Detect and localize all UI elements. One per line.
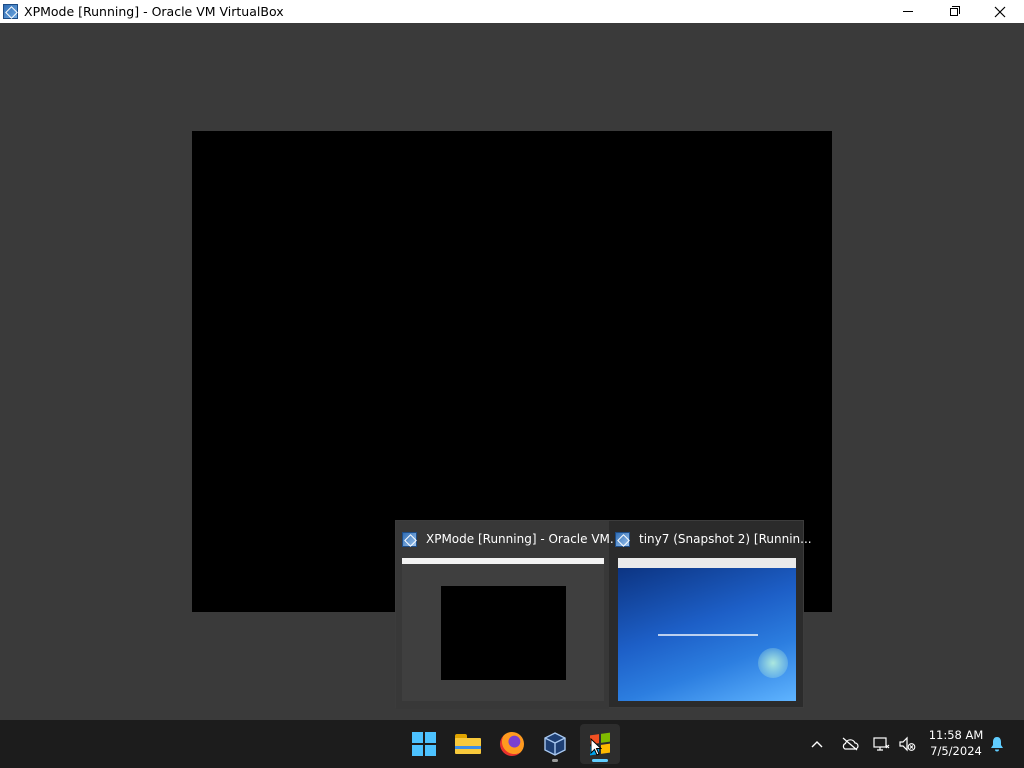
cloud-off-icon <box>842 737 859 751</box>
thumbnail-xpmode[interactable]: XPMode [Running] - Oracle VM... <box>396 521 621 709</box>
virtualbox-icon <box>615 531 630 547</box>
restore-button[interactable] <box>931 0 977 23</box>
minimize-icon <box>903 11 913 12</box>
notifications-button[interactable] <box>986 720 1008 768</box>
running-indicator <box>592 759 608 762</box>
clock-date: 7/5/2024 <box>930 744 982 758</box>
taskbar-thumbnail-popup: XPMode [Running] - Oracle VM... tiny7 (S… <box>395 520 812 709</box>
folder-icon <box>455 734 481 754</box>
taskbar-file-explorer[interactable] <box>448 724 488 764</box>
close-button[interactable] <box>977 0 1023 23</box>
thumbnail-title: XPMode [Running] - Oracle VM... <box>426 532 622 546</box>
network-tray-button[interactable] <box>870 720 892 768</box>
virtualbox-icon <box>402 531 417 547</box>
volume-tray-button[interactable] <box>896 720 918 768</box>
taskbar-firefox[interactable] <box>492 724 532 764</box>
thumbnail-tiny7[interactable]: tiny7 (Snapshot 2) [Runnin... <box>609 521 812 709</box>
tray-clock[interactable]: 11:58 AM 7/5/2024 <box>925 727 987 759</box>
onedrive-tray-button[interactable] <box>838 720 862 768</box>
taskbar-start-button[interactable] <box>404 724 444 764</box>
restore-icon <box>950 5 960 16</box>
windows7-desktop-preview <box>618 558 796 701</box>
close-icon <box>994 6 1006 17</box>
firefox-icon <box>500 732 524 756</box>
network-icon <box>873 737 890 751</box>
chevron-up-icon <box>811 741 823 748</box>
taskbar-virtualbox[interactable] <box>535 724 575 764</box>
xpmode-window-preview <box>402 558 604 701</box>
notification-bell-icon <box>991 737 1003 752</box>
windows-start-icon <box>412 732 436 756</box>
clock-time: 11:58 AM <box>928 728 984 742</box>
taskbar: 11:58 AM 7/5/2024 <box>0 720 1024 768</box>
running-indicator <box>552 759 558 762</box>
show-hidden-icons-button[interactable] <box>806 720 828 768</box>
mouse-cursor-icon <box>590 738 602 756</box>
minimize-button[interactable] <box>885 0 931 23</box>
thumbnail-title: tiny7 (Snapshot 2) [Runnin... <box>639 532 812 546</box>
window-titlebar[interactable]: XPMode [Running] - Oracle VM VirtualBox <box>0 0 1024 23</box>
volume-muted-icon <box>899 736 916 752</box>
virtualbox-icon <box>3 4 18 19</box>
virtualbox-icon <box>544 732 566 756</box>
window-title: XPMode [Running] - Oracle VM VirtualBox <box>24 4 284 19</box>
